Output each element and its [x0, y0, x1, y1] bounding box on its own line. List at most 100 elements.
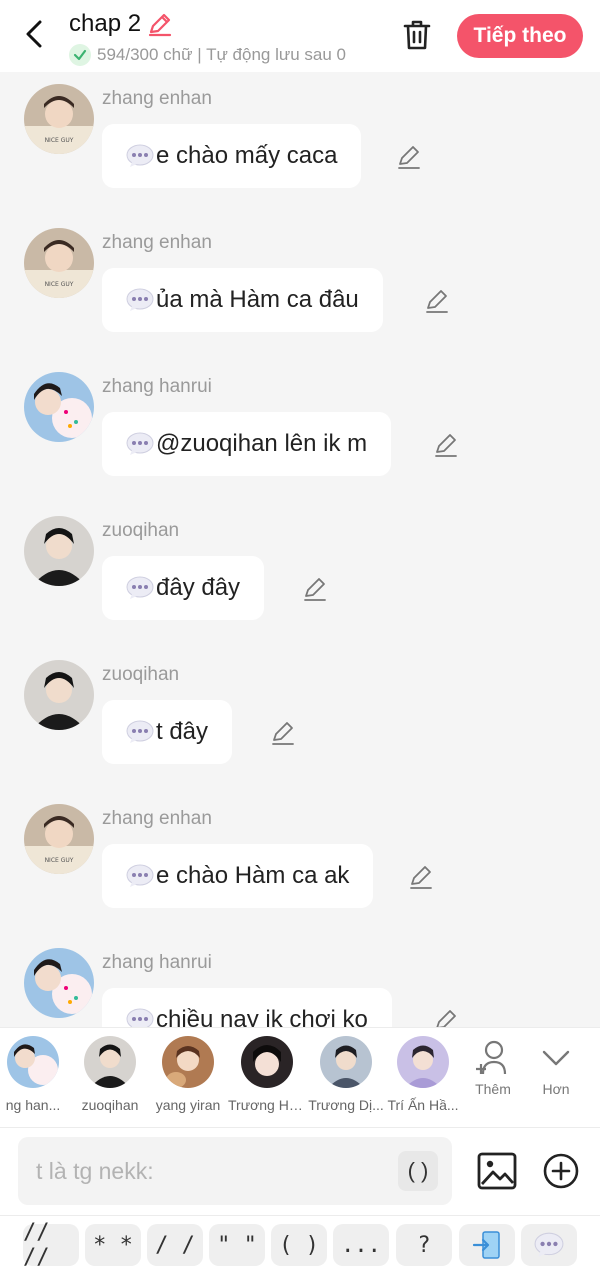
plus-circle-icon[interactable] [542, 1152, 580, 1190]
more-label: Hơn [542, 1081, 570, 1097]
chat-bubble-icon [126, 288, 154, 311]
message-bubble[interactable]: e chào Hàm ca ak [102, 844, 374, 908]
svg-text:NICE GUY: NICE GUY [45, 281, 74, 288]
message-text: e chào mấy caca [156, 142, 338, 169]
character-name: Trí Ấn Hầ... [387, 1097, 459, 1113]
message-bubble[interactable]: e chào mấy caca [102, 124, 362, 188]
message-item: zhang hanrui chiều nay ik chơi ko [0, 948, 600, 1028]
top-bar: chap 2 594/300 chữ | Tự động lưu sau 0 T… [0, 0, 600, 72]
parentheses-button[interactable]: ( ) [398, 1151, 438, 1191]
back-icon [26, 20, 42, 48]
symbol-button[interactable]: ? [396, 1224, 452, 1266]
add-label: Thêm [475, 1081, 511, 1097]
message-input[interactable] [18, 1137, 388, 1205]
character-item[interactable]: zuoqihan [71, 1036, 149, 1113]
character-name: yang yiran [155, 1097, 221, 1113]
message-input-wrapper: ( ) [18, 1137, 452, 1205]
message-item: zuoqihan đây đây [0, 516, 600, 660]
character-item[interactable]: Trí Ấn Hầ... [384, 1036, 462, 1113]
message-item: NICE GUY zhang enhan ủa mà Hàm ca đâu [0, 228, 600, 372]
symbol-button[interactable]: ... [333, 1224, 389, 1266]
symbol-button[interactable]: / / [147, 1224, 203, 1266]
sender-name: zhang enhan [102, 232, 212, 253]
message-bubble[interactable]: chiều nay ik chơi ko [102, 988, 392, 1028]
edit-pencil-icon[interactable] [270, 720, 296, 746]
message-text: @zuoqihan lên ik m [156, 430, 368, 457]
avatar [397, 1036, 449, 1088]
avatar [162, 1036, 214, 1088]
message-text: ủa mà Hàm ca đâu [156, 286, 359, 313]
edit-title-icon[interactable] [147, 11, 173, 37]
edit-pencil-icon[interactable] [408, 864, 434, 890]
message-text: e chào Hàm ca ak [156, 862, 350, 889]
message-item: zuoqihan t đây [0, 660, 600, 804]
switch-side-button[interactable] [459, 1224, 515, 1266]
edit-pencil-icon[interactable] [433, 1008, 459, 1028]
edit-pencil-icon[interactable] [396, 144, 422, 170]
sender-name: zhang hanrui [102, 952, 212, 973]
back-button[interactable] [18, 18, 50, 50]
word-count-status: 594/300 chữ | Tự động lưu sau 0 [97, 45, 347, 64]
symbol-button[interactable]: // // [23, 1220, 79, 1270]
symbol-button[interactable]: ( ) [271, 1224, 327, 1266]
message-text: t đây [156, 718, 209, 745]
composer: ( ) [0, 1127, 600, 1215]
symbol-button[interactable]: * * [85, 1224, 141, 1266]
character-item[interactable]: yang yiran [149, 1036, 227, 1113]
avatar[interactable]: NICE GUY [24, 228, 94, 298]
character-name: zuoqihan [81, 1097, 139, 1113]
chat-bubble-icon [126, 864, 154, 887]
chat-bubble-icon [126, 720, 154, 743]
exit-door-icon [472, 1231, 500, 1259]
sender-name: zuoqihan [102, 520, 180, 541]
sender-name: zhang enhan [102, 88, 212, 109]
chat-bubble-icon [126, 432, 154, 455]
trash-icon [403, 20, 431, 50]
character-name: Trương Dị... [308, 1097, 384, 1113]
chat-bubble-icon [126, 576, 154, 599]
sender-name: zhang hanrui [102, 376, 212, 397]
character-item[interactable]: Trương Hà... [228, 1036, 306, 1113]
avatar [7, 1036, 59, 1088]
message-text: đây đây [156, 574, 241, 601]
check-icon [69, 44, 91, 66]
message-text: chiều nay ik chơi ko [156, 1006, 368, 1028]
avatar[interactable] [24, 372, 94, 442]
message-bubble[interactable]: @zuoqihan lên ik m [102, 412, 392, 476]
character-item[interactable]: Trương Dị... [307, 1036, 385, 1113]
avatar [84, 1036, 136, 1088]
chat-bubble-icon [126, 144, 154, 167]
next-button[interactable]: Tiếp theo [457, 14, 583, 58]
delete-button[interactable] [398, 16, 436, 54]
avatar[interactable] [24, 660, 94, 730]
avatar [241, 1036, 293, 1088]
edit-pencil-icon[interactable] [424, 288, 450, 314]
svg-text:NICE GUY: NICE GUY [45, 857, 74, 864]
add-person-icon [476, 1040, 507, 1075]
add-character-button[interactable]: Thêm [463, 1038, 523, 1097]
sender-name: zhang enhan [102, 808, 212, 829]
svg-text:NICE GUY: NICE GUY [45, 137, 74, 144]
avatar[interactable]: NICE GUY [24, 84, 94, 154]
more-button[interactable]: Hơn [526, 1038, 586, 1097]
message-item: NICE GUY zhang enhan e chào Hàm ca ak [0, 804, 600, 948]
avatar[interactable] [24, 516, 94, 586]
edit-pencil-icon[interactable] [433, 432, 459, 458]
image-icon[interactable] [476, 1150, 518, 1192]
chat-list[interactable]: NICE GUY zhang enhan e chào mấy caca NIC… [0, 72, 600, 1028]
message-bubble[interactable]: ủa mà Hàm ca đâu [102, 268, 383, 332]
symbol-button[interactable]: " " [209, 1224, 265, 1266]
dialogue-type-button[interactable] [521, 1224, 577, 1266]
chat-bubble-icon [534, 1232, 564, 1257]
message-bubble[interactable]: t đây [102, 700, 233, 764]
avatar[interactable]: NICE GUY [24, 804, 94, 874]
character-name: ng han... [5, 1097, 61, 1113]
avatar[interactable] [24, 948, 94, 1018]
title-area: chap 2 594/300 chữ | Tự động lưu sau 0 [69, 10, 346, 66]
message-item: NICE GUY zhang enhan e chào mấy caca [0, 84, 600, 228]
character-name: Trương Hà... [228, 1097, 306, 1113]
edit-pencil-icon[interactable] [302, 576, 328, 602]
avatar [320, 1036, 372, 1088]
character-item[interactable]: ng han... [0, 1036, 72, 1113]
message-bubble[interactable]: đây đây [102, 556, 265, 620]
